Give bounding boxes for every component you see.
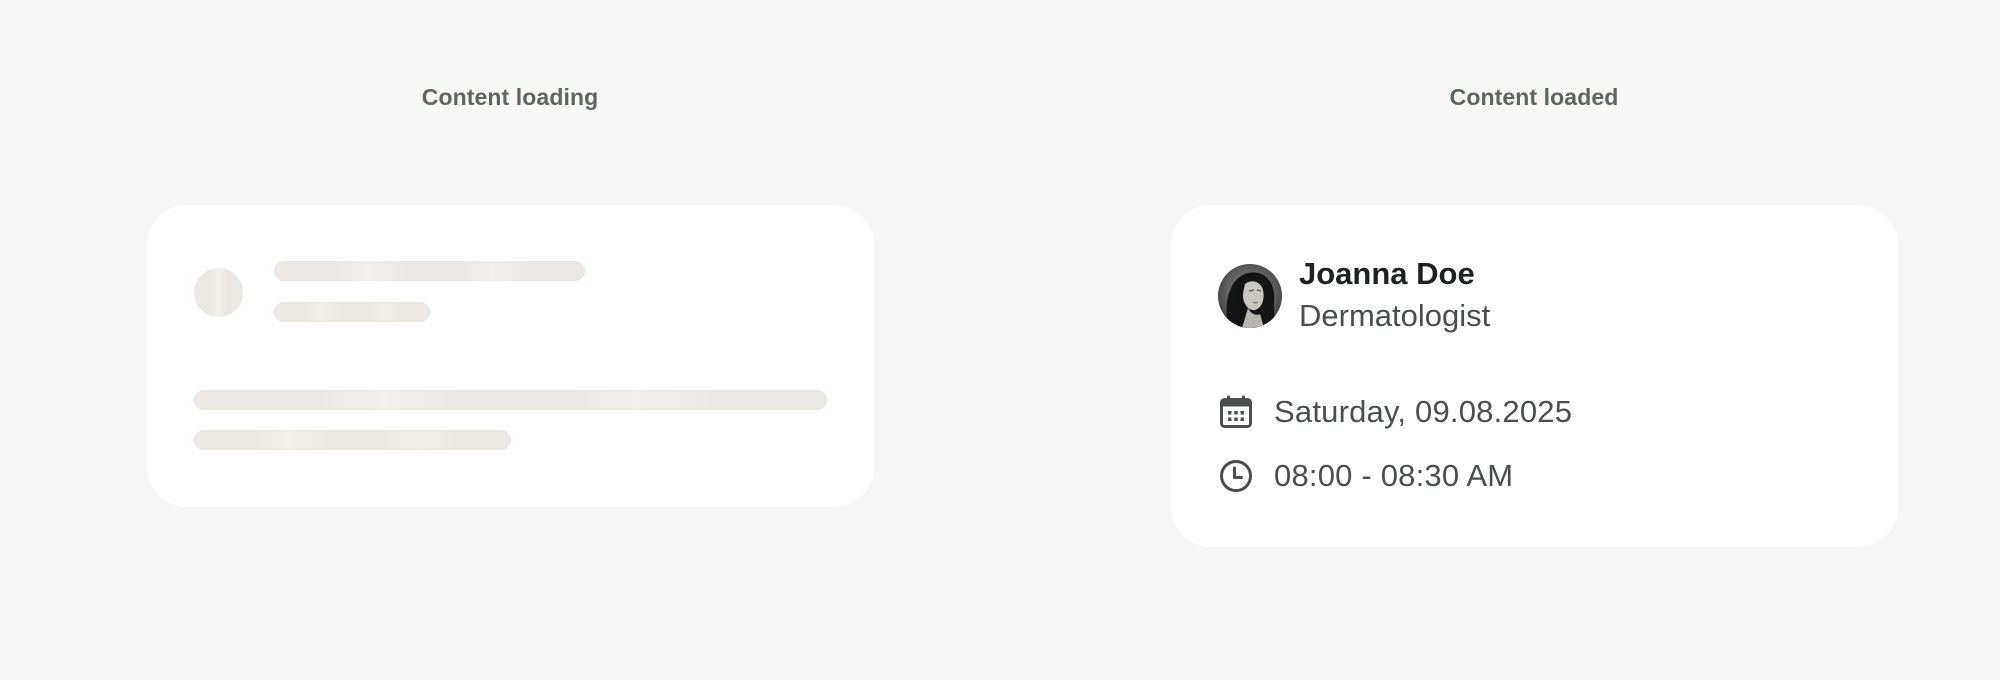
clock-icon [1218,458,1254,494]
avatar [1218,264,1282,328]
skeleton-body-line [194,390,827,410]
content-loaded-label: Content loaded [1449,84,1619,110]
content-loading-label: Content loading [421,84,599,110]
skeleton-avatar [194,268,243,317]
appointment-date: Saturday, 09.08.2025 [1274,394,1573,429]
calendar-icon [1218,394,1254,430]
skeleton-subtitle-line [274,302,430,322]
skeleton-body-line [194,430,511,450]
skeleton-title-line [274,261,585,281]
doctor-specialty: Dermatologist [1299,298,1491,333]
appointment-time-row: 08:00 - 08:30 AM [1218,456,1513,496]
appointment-card[interactable]: Joanna Doe Dermatologist Saturday, 09.08… [1171,205,1898,547]
doctor-name: Joanna Doe [1299,256,1475,291]
loading-card [147,205,874,507]
appointment-date-row: Saturday, 09.08.2025 [1218,392,1572,432]
appointment-time: 08:00 - 08:30 AM [1274,458,1514,493]
